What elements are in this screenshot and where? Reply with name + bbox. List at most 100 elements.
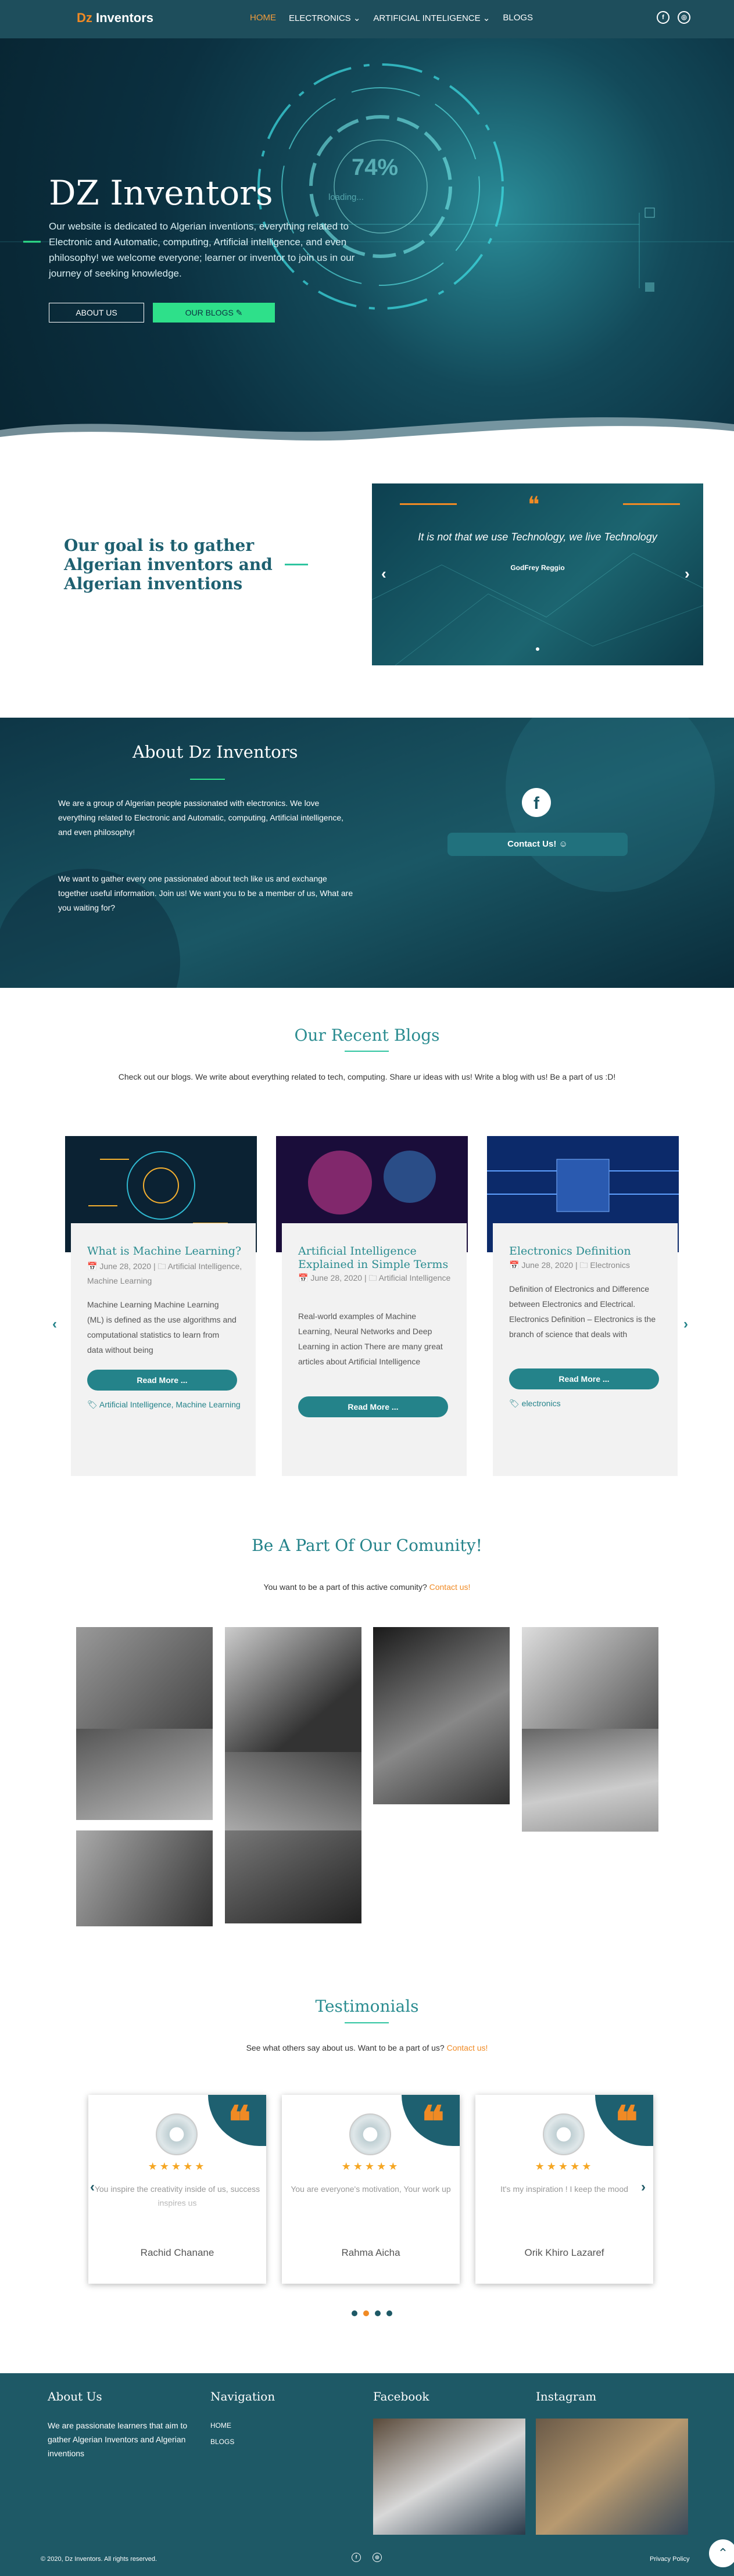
slider-dot[interactable]	[363, 2310, 369, 2316]
rating-stars: ★★★★★	[535, 2161, 594, 2172]
top-navbar: Dz Inventors HOME ELECTRONICS ⌄ ARTIFICI…	[0, 0, 734, 38]
menu-item-artificial-intelligence[interactable]: ARTIFICIAL INTELIGENCE ⌄	[373, 13, 490, 23]
footer-nav-title: Navigation	[210, 2389, 275, 2403]
slider-dot[interactable]	[386, 2310, 392, 2316]
hero-title: DZ Inventors	[49, 173, 273, 213]
loading-text: loading...	[328, 192, 364, 202]
blog-card-excerpt: Definition of Electronics and Difference…	[509, 1284, 656, 1339]
quote-slider: ❝ It is not that we use Technology, we l…	[372, 483, 703, 665]
community-subtitle: You want to be a part of this active com…	[263, 1582, 471, 1592]
slider-dot[interactable]	[375, 2310, 381, 2316]
chevron-left-icon[interactable]: ‹	[52, 1316, 57, 1332]
quote-mark-icon: ❝	[421, 2097, 445, 2147]
quote-line-right	[623, 503, 680, 505]
blog-card: Electronics Definition 📅 June 28, 2020 |…	[487, 1136, 679, 1476]
quote-text: It is not that we use Technology, we liv…	[418, 531, 657, 543]
slider-dot[interactable]	[352, 2310, 357, 2316]
slider-dot[interactable]	[536, 647, 539, 651]
footer-link-blogs[interactable]: BLOGS	[210, 2435, 234, 2449]
facebook-photo[interactable]	[373, 2419, 525, 2535]
chevron-right-icon[interactable]: ›	[641, 2179, 646, 2195]
blog-card-meta: 📅 June 28, 2020 | 🗀 Artificial Intellige…	[298, 1273, 451, 1282]
our-blogs-button[interactable]: OUR BLOGS ✎	[153, 303, 275, 323]
community-photo[interactable]	[76, 1627, 213, 1729]
quote-author: GodFrey Reggio	[510, 564, 565, 572]
instagram-photo[interactable]	[536, 2419, 688, 2535]
social-links: f ◎	[657, 11, 690, 24]
avatar	[156, 2113, 198, 2155]
chevron-left-icon[interactable]: ‹	[90, 2179, 95, 2195]
facebook-icon[interactable]: f	[522, 788, 551, 817]
site-logo[interactable]: Dz Inventors	[77, 10, 153, 26]
community-photo[interactable]	[76, 1830, 213, 1926]
chevron-right-icon[interactable]: ›	[683, 1316, 688, 1332]
about-title: About Dz Inventors	[133, 742, 298, 762]
loading-percent: 74%	[352, 155, 399, 180]
testimonial-name: Rachid Chanane	[140, 2247, 214, 2258]
blogs-underline	[345, 1051, 389, 1052]
community-title: Be A Part Of Our Comunity!	[252, 1536, 482, 1555]
chat-icon: ☺	[558, 839, 568, 849]
menu-item-home[interactable]: HOME	[250, 13, 276, 23]
blog-card-title[interactable]: What is Machine Learning?	[87, 1245, 244, 1258]
testimonial-name: Orik Khiro Lazaref	[524, 2247, 604, 2258]
community-photo[interactable]	[225, 1752, 361, 1830]
footer-link-home[interactable]: HOME	[210, 2419, 231, 2432]
read-more-button[interactable]: Read More ...	[509, 1368, 659, 1389]
privacy-policy-link[interactable]: Privacy Policy	[650, 2556, 689, 2563]
blog-card-tags[interactable]: 🏷 electronics	[509, 1396, 666, 1411]
testimonial-name: Rahma Aicha	[341, 2247, 400, 2258]
chevron-right-icon[interactable]: ›	[685, 565, 690, 583]
blog-card-title[interactable]: Artificial Intelligence Explained in Sim…	[298, 1245, 455, 1271]
instagram-icon[interactable]: ◎	[373, 2553, 382, 2562]
footer-about-title: About Us	[48, 2389, 102, 2403]
menu-item-blogs[interactable]: BLOGS	[503, 13, 533, 23]
blog-card: Artificial Intelligence Explained in Sim…	[276, 1136, 468, 1476]
testimonials-subtitle: See what others say about us. Want to be…	[246, 2043, 488, 2052]
testimonials-underline	[345, 2022, 389, 2023]
menu-item-electronics[interactable]: ELECTRONICS ⌄	[289, 13, 360, 23]
testimonial-card: ❝ ★★★★★ You inspire the creativity insid…	[88, 2095, 266, 2284]
chevron-left-icon[interactable]: ‹	[381, 565, 386, 583]
testimonial-quote: It's my inspiration ! I keep the mood	[500, 2184, 628, 2194]
footer-about-text: We are passionate learners that aim to g…	[48, 2421, 188, 2458]
hero-section: 74% loading... DZ Inventors Our website …	[0, 38, 734, 451]
contact-us-link[interactable]: Contact us!	[447, 2043, 488, 2052]
community-photo[interactable]	[76, 1729, 213, 1820]
rating-stars: ★★★★★	[148, 2161, 207, 2172]
community-photo[interactable]	[373, 1627, 510, 1804]
testimonial-quote: You are everyone's motivation, Your work…	[291, 2184, 451, 2194]
community-photo[interactable]	[522, 1729, 658, 1832]
hero-wave-divider	[0, 417, 734, 453]
about-us-button[interactable]: ABOUT US	[49, 303, 144, 323]
quote-mark-icon: ❝	[528, 492, 540, 517]
goal-divider	[285, 564, 308, 565]
about-section: About Dz Inventors We are a group of Alg…	[0, 718, 734, 988]
blog-card-meta: 📅 June 28, 2020 | 🗀 Artificial Intellige…	[87, 1262, 242, 1285]
about-underline	[190, 779, 225, 780]
blog-icon: ✎	[235, 308, 243, 317]
contact-us-button[interactable]: Contact Us! ☺	[447, 833, 628, 856]
read-more-button[interactable]: Read More ...	[87, 1370, 237, 1391]
footer-instagram-title: Instagram	[536, 2389, 597, 2403]
community-photo[interactable]	[522, 1627, 658, 1729]
copyright-text: © 2020, Dz Inventors. All rights reserve…	[41, 2556, 157, 2563]
site-footer: About Us We are passionate learners that…	[0, 2373, 734, 2576]
facebook-icon[interactable]: f	[657, 11, 669, 24]
read-more-button[interactable]: Read More ...	[298, 1396, 448, 1417]
rating-stars: ★★★★★	[341, 2161, 400, 2172]
testimonials-title: Testimonials	[315, 1997, 419, 2016]
contact-us-link[interactable]: Contact us!	[429, 1582, 471, 1592]
avatar	[543, 2113, 585, 2155]
facebook-icon[interactable]: f	[352, 2553, 361, 2562]
blogs-title: Our Recent Blogs	[294, 1026, 440, 1045]
blog-card-tags[interactable]: 🏷 Artificial Intelligence, Machine Learn…	[87, 1398, 244, 1412]
blog-card-title[interactable]: Electronics Definition	[509, 1245, 666, 1258]
goal-heading: Our goal is to gather Algerian inventors…	[64, 536, 273, 593]
scroll-to-top-button[interactable]: ⌃	[708, 2538, 734, 2568]
blog-card-meta: 📅 June 28, 2020 | 🗀 Electronics	[509, 1260, 630, 1270]
instagram-icon[interactable]: ◎	[678, 11, 690, 24]
blog-card-excerpt: Machine Learning Machine Learning (ML) i…	[87, 1300, 237, 1355]
community-photo[interactable]	[225, 1627, 361, 1752]
community-photo[interactable]	[225, 1830, 361, 1923]
